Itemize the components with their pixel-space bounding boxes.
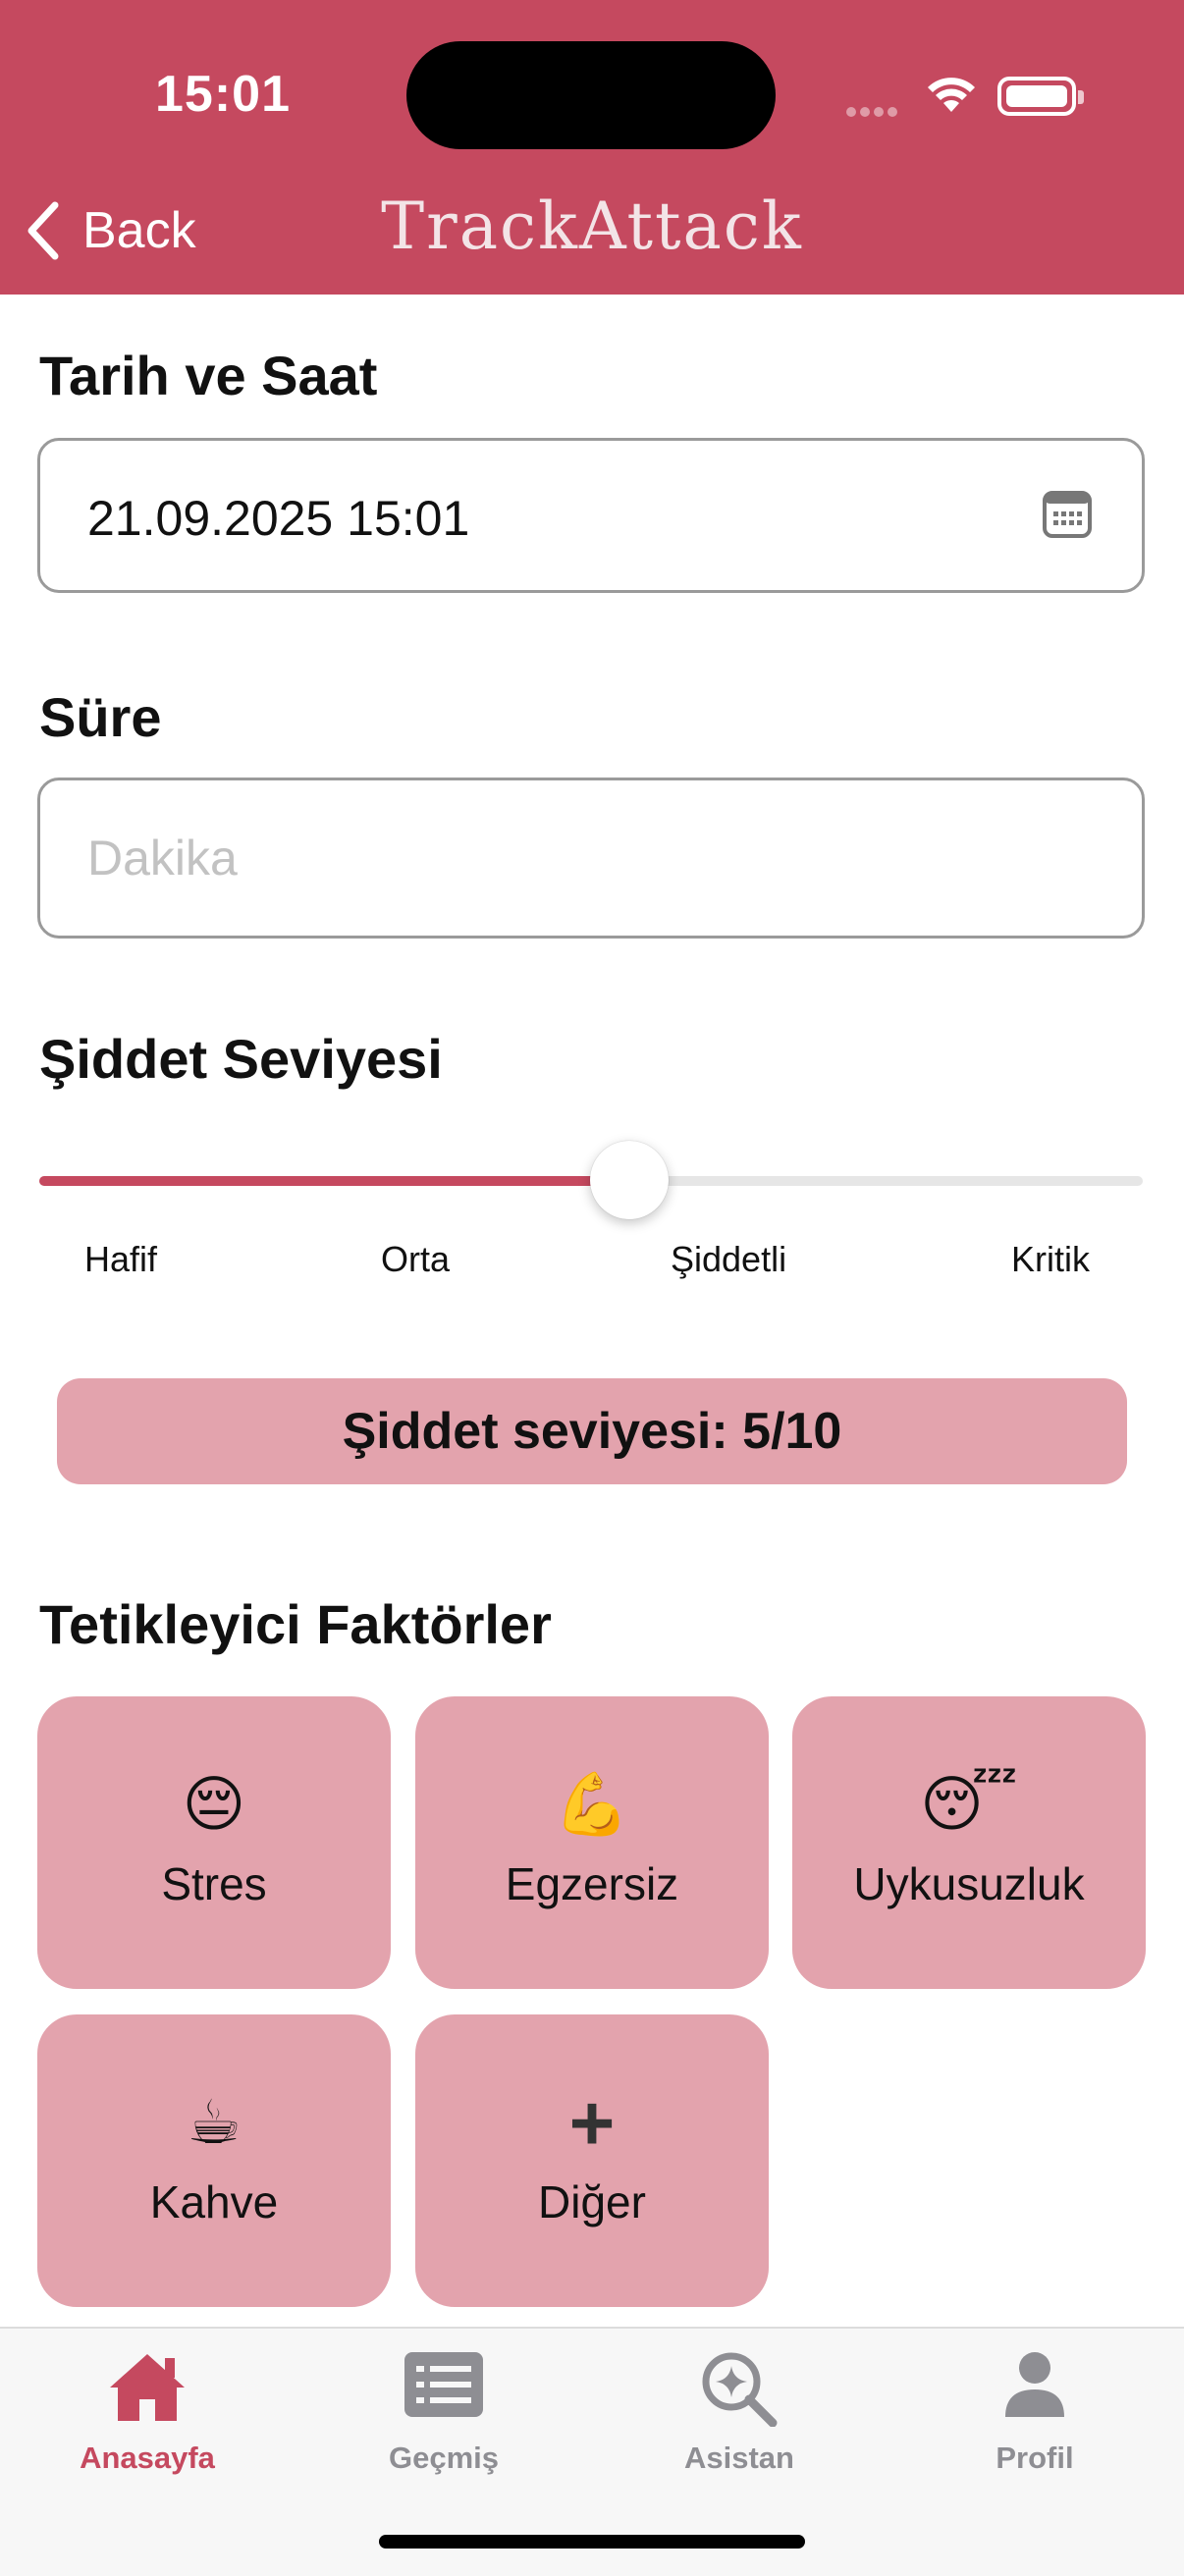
duration-label: Süre [39,686,162,748]
status-time: 15:01 [155,66,291,123]
trigger-label: Egzersiz [505,1858,679,1909]
home-indicator [379,2535,805,2549]
tab-label: Anasayfa [80,2441,215,2475]
sleeping-face-icon: 😴 [920,1771,1018,1839]
sad-face-icon: 😔 [182,1771,246,1839]
trigger-tile-diger[interactable]: + Diğer [415,2014,769,2307]
tab-label: Profil [996,2441,1074,2475]
duration-field[interactable] [37,778,1145,939]
severity-tick-label: Hafif [84,1239,158,1279]
sparkle-search-icon [702,2352,778,2427]
plus-icon: + [568,2079,616,2167]
severity-tick-label: Kritik [1011,1239,1090,1279]
tab-anasayfa[interactable]: Anasayfa [20,2329,275,2505]
cellular-signal-icon [846,104,901,122]
severity-tick-label: Orta [381,1239,451,1279]
tab-label: Asistan [684,2441,794,2475]
coffee-cup-icon: ☕ [187,2089,242,2157]
person-icon [1005,2352,1064,2417]
trigger-tile-stres[interactable]: 😔 Stres [37,1696,391,1989]
trigger-tile-uykusuzluk[interactable]: 😴 Uykusuzluk [792,1696,1146,1989]
wifi-icon [925,73,978,119]
severity-tick-label: Şiddetli [671,1239,787,1279]
datetime-value: 21.09.2025 15:01 [87,491,470,546]
severity-slider[interactable] [39,1141,1143,1219]
battery-icon [997,77,1084,116]
trigger-label: Stres [161,1858,267,1909]
severity-label: Şiddet Seviyesi [39,1028,443,1090]
trigger-label: Kahve [149,2176,279,2227]
datetime-label: Tarih ve Saat [39,345,378,406]
trigger-tile-kahve[interactable]: ☕ Kahve [37,2014,391,2307]
tab-profil[interactable]: Profil [907,2329,1162,2505]
tab-asistan[interactable]: Asistan [612,2329,867,2505]
dynamic-island [406,41,776,149]
trigger-label: Uykusuzluk [853,1858,1085,1909]
calendar-icon[interactable] [1042,490,1093,539]
severity-summary-badge: Şiddet seviyesi: 5/10 [57,1378,1127,1484]
flexed-biceps-icon: 💪 [554,1771,630,1839]
house-icon [110,2354,185,2421]
tab-label: Geçmiş [388,2441,499,2475]
datetime-field[interactable]: 21.09.2025 15:01 [37,438,1145,593]
list-icon [404,2352,483,2417]
nav-header: 15:01 Back TrackAttack [0,0,1184,295]
triggers-label: Tetikleyici Faktörler [39,1593,552,1655]
duration-input[interactable] [87,780,1089,936]
trigger-label: Diğer [538,2176,646,2227]
severity-slider-thumb[interactable] [590,1141,669,1219]
trigger-tile-egzersiz[interactable]: 💪 Egzersiz [415,1696,769,1989]
severity-slider-fill [39,1176,629,1186]
tab-gecmis[interactable]: Geçmiş [316,2329,571,2505]
app-title: TrackAttack [381,188,803,264]
